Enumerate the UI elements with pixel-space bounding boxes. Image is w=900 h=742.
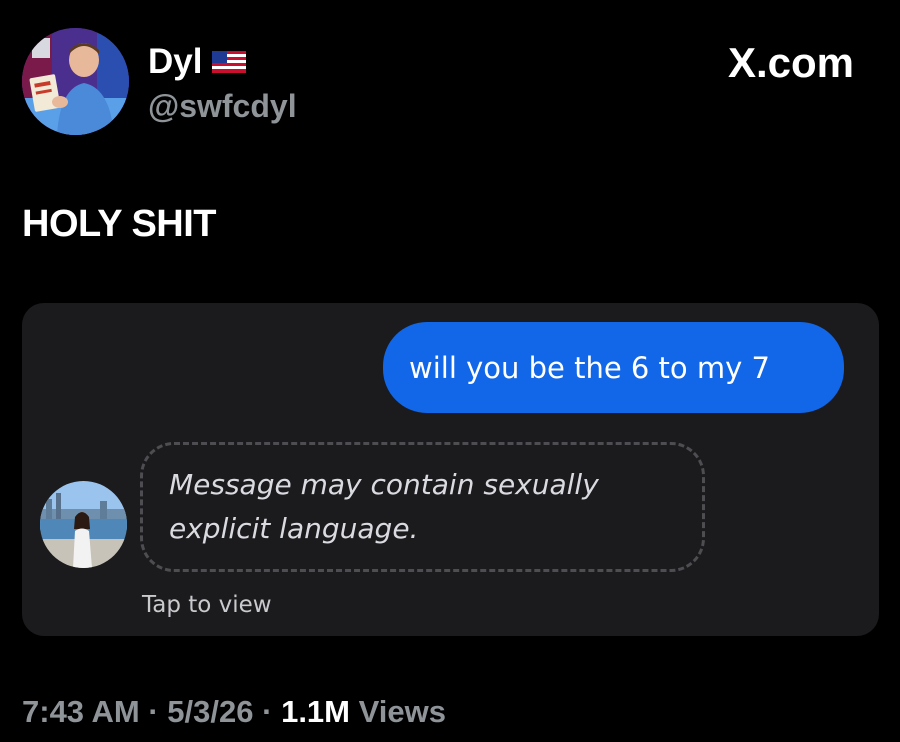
sent-message-text: will you be the 6 to my 7 xyxy=(409,350,770,385)
us-flag-icon xyxy=(212,51,247,73)
author-handle[interactable]: @swfcdyl xyxy=(148,86,297,126)
tweet-text: HOLY SHIT xyxy=(22,203,217,245)
tweet-metadata: 7:43 AM · 5/3/26 · 1.1M Views xyxy=(22,692,446,732)
author-avatar[interactable] xyxy=(22,28,129,135)
sensitive-content-warning[interactable]: Message may contain sexually explicit la… xyxy=(140,442,705,572)
contact-avatar xyxy=(40,481,127,568)
views-count: 1.1M xyxy=(281,694,350,729)
tweet-time[interactable]: 7:43 AM xyxy=(22,694,140,729)
separator: · xyxy=(262,694,273,729)
separator: · xyxy=(148,694,159,729)
warning-message: Message may contain sexually explicit la… xyxy=(169,468,599,545)
tweet-date[interactable]: 5/3/26 xyxy=(167,694,253,729)
tap-to-view-link[interactable]: Tap to view xyxy=(142,590,272,620)
author-display-name[interactable]: Dyl xyxy=(148,42,202,82)
chat-screenshot-card[interactable]: will you be the 6 to my 7 Message may co… xyxy=(22,303,879,636)
views-label: Views xyxy=(358,694,446,729)
brand-label: X.com xyxy=(727,39,854,86)
sent-message-bubble: will you be the 6 to my 7 xyxy=(383,322,844,413)
author-name-row: Dyl xyxy=(148,42,247,82)
